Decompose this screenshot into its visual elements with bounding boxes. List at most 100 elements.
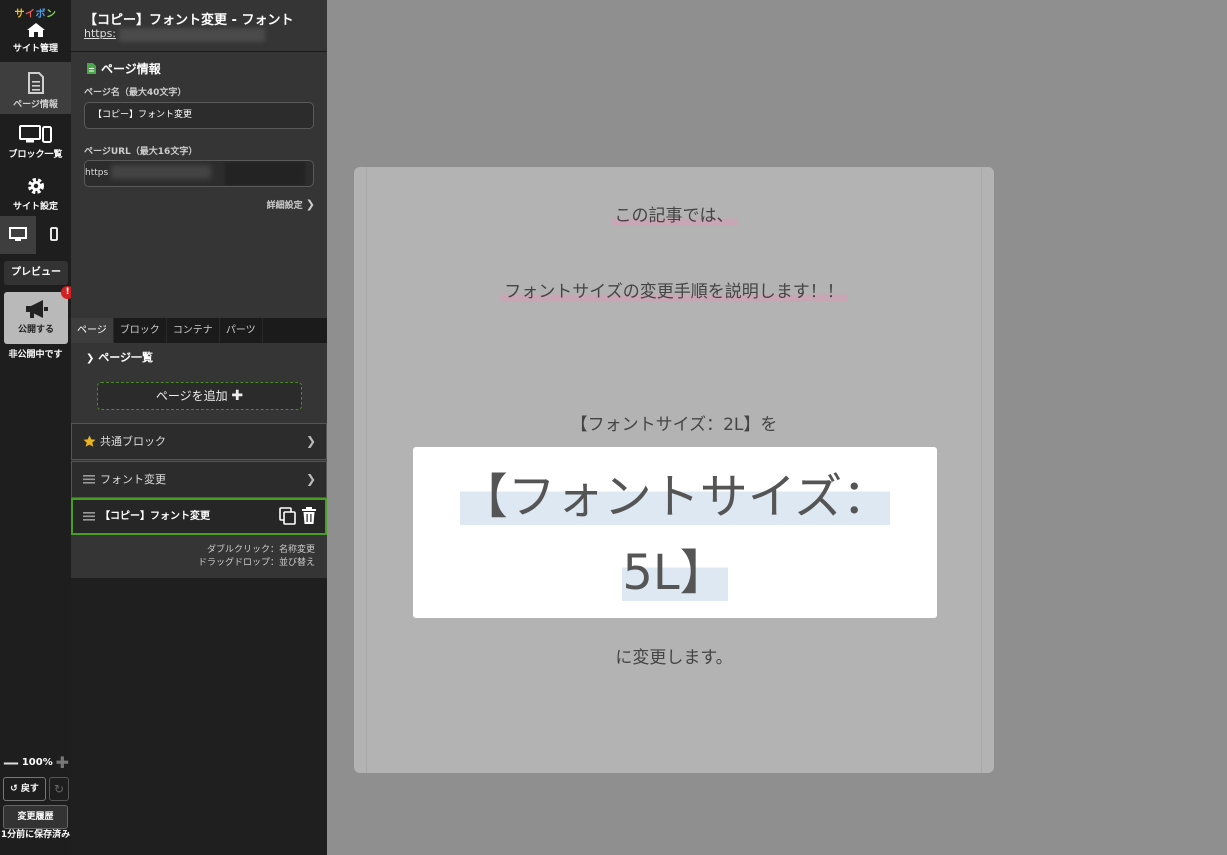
document-icon [87, 63, 96, 74]
zoom-control: — 100% ✚ [3, 754, 69, 770]
undo-label: 戻す [20, 784, 39, 794]
megaphone-icon [26, 300, 48, 318]
sidebar: 【コピー】フォント変更 - フォント https: ページ情報 ページ名（最大4… [71, 0, 327, 855]
large-text-line: 【フォントサイズ： [413, 457, 937, 527]
page-title: 【コピー】フォント変更 - フォント [84, 13, 294, 28]
editor-canvas: この記事では、 フォントサイズの変更手順を説明します！！ 【フォントサイズ：2L… [327, 0, 1227, 855]
trash-icon[interactable] [301, 507, 317, 525]
left-rail: サイボン サイト管理 ページ情報 ブロック一覧 サイト設定 プレビュー 公開する… [0, 0, 74, 855]
logo-char: イ [25, 9, 36, 20]
page-name-label: ページ名（最大40文字） [84, 88, 187, 98]
list-item-label: 共通ブロック [100, 435, 166, 448]
rail-item-site-settings[interactable]: サイト設定 [0, 176, 71, 214]
drag-handle-icon[interactable] [83, 473, 95, 485]
rail-item-label: ページ情報 [13, 100, 58, 110]
plus-icon: ✚ [231, 388, 244, 404]
detail-settings-link[interactable]: 詳細設定 ❯ [267, 198, 315, 211]
text-content: に変更します。 [615, 648, 733, 668]
device-pc-toggle[interactable] [0, 216, 36, 254]
history-button[interactable]: 変更履歴 [3, 805, 68, 829]
star-icon [83, 435, 96, 447]
app-logo: サイボン [0, 5, 71, 20]
chevron-right-icon: ❯ [305, 434, 316, 448]
detail-settings-label: 詳細設定 [266, 201, 303, 211]
gear-icon [27, 178, 44, 194]
highlighted-text: この記事では、 [610, 206, 738, 226]
preview-button[interactable]: プレビュー [4, 261, 68, 285]
large-text-box[interactable]: 【フォントサイズ： 5L】 [413, 447, 937, 618]
list-item[interactable]: フォント変更 ❯ [71, 461, 327, 498]
logo-char: サ [14, 9, 25, 20]
page-info-panel: 【コピー】フォント変更 - フォント https: ページ情報 ページ名（最大4… [71, 0, 327, 318]
redo-icon: ↻ [53, 782, 65, 796]
usage-hint: ダブルクリック：名称変更 ドラッグドロップ：並び替え [198, 544, 315, 570]
row-actions [279, 507, 317, 525]
rail-item-block-list[interactable]: ブロック一覧 [0, 124, 71, 164]
page-name-input[interactable]: 【コピー】フォント変更 [84, 102, 314, 129]
sidebar-tabs: ページ ブロック コンテナ パーツ [71, 318, 327, 343]
list-item-label: フォント変更 [100, 473, 166, 486]
undo-button[interactable]: ↺ 戻す [3, 777, 46, 801]
undo-icon: ↺ [10, 784, 18, 794]
section-title-text: ページ情報 [101, 62, 161, 76]
publish-label: 公開する [17, 325, 54, 335]
zoom-in-icon[interactable]: ✚ [56, 754, 69, 770]
copy-icon[interactable] [279, 507, 297, 525]
text-content: 【フォントサイズ：2L】を [570, 415, 778, 435]
publish-status: 非公開中です [8, 350, 63, 360]
chevron-right-icon: ❯ [305, 472, 316, 486]
rail-item-label: サイト設定 [12, 202, 58, 212]
monitor-icon [9, 227, 27, 241]
content-block[interactable]: この記事では、 フォントサイズの変更手順を説明します！！ 【フォントサイズ：2L… [354, 167, 994, 773]
chevron-down-icon: ❯ [86, 353, 95, 364]
hint-rename: ダブルクリック：名称変更 [206, 545, 315, 555]
highlighted-text: フォントサイズの変更手順を説明します！！ [500, 282, 848, 302]
list-item-label: 【コピー】フォント変更 [100, 511, 210, 522]
add-page-button[interactable]: ページを追加 ✚ [97, 382, 302, 410]
page-list-header[interactable]: ❯ ページ一覧 [86, 349, 153, 365]
text-line[interactable]: この記事では、 [354, 201, 994, 226]
home-icon [26, 23, 45, 37]
tab-container[interactable]: コンテナ [167, 318, 220, 343]
section-title: ページ情報 [86, 60, 161, 77]
large-text-line: 5L】 [413, 533, 937, 603]
rail-item-site-manage[interactable]: サイト管理 [0, 22, 71, 60]
text-line[interactable]: に変更します。 [354, 643, 994, 668]
zoom-level: 100% [21, 757, 53, 768]
devices-icon [18, 125, 52, 143]
text-line[interactable]: 【フォントサイズ：2L】を [354, 410, 994, 435]
logo-char: ン [46, 9, 57, 20]
tab-parts[interactable]: パーツ [220, 318, 263, 343]
save-status: 1分前に保存済み [0, 830, 71, 840]
redo-button[interactable]: ↻ [49, 777, 69, 801]
large-text: 5L】 [622, 545, 728, 601]
url-prefix: https [85, 168, 109, 178]
redacted-url-field [225, 162, 305, 185]
chevron-right-icon: ❯ [305, 198, 315, 211]
hint-reorder: ドラッグドロップ：並び替え [197, 558, 315, 568]
redacted-url [119, 28, 265, 42]
text-line[interactable]: フォントサイズの変更手順を説明します！！ [354, 277, 994, 302]
tab-page[interactable]: ページ [71, 318, 114, 343]
drag-handle-icon[interactable] [83, 510, 95, 522]
list-item[interactable]: 共通ブロック ❯ [71, 423, 327, 460]
publish-button[interactable]: 公開する [4, 292, 68, 344]
zoom-out-icon[interactable]: — [3, 754, 19, 770]
logo-char: ボ [35, 9, 46, 20]
smartphone-icon [49, 227, 58, 241]
page-url-label: ページURL（最大16文字） [84, 147, 198, 157]
device-mobile-toggle[interactable] [36, 216, 71, 254]
large-text: 【フォントサイズ： [459, 469, 891, 525]
redacted-url-text [111, 165, 211, 179]
page-list-title: ページ一覧 [98, 351, 154, 364]
divider [71, 51, 327, 52]
list-item-selected[interactable]: 【コピー】フォント変更 [71, 498, 327, 535]
page-url-link[interactable]: https: [84, 27, 116, 40]
rail-item-label: ブロック一覧 [8, 150, 63, 160]
page-info-icon [27, 72, 44, 94]
rail-item-label: サイト管理 [12, 44, 58, 54]
tab-block[interactable]: ブロック [114, 318, 167, 343]
page-list-panel: ❯ ページ一覧 ページを追加 ✚ 共通ブロック ❯ フォント変更 ❯ 【コピー】… [71, 343, 327, 578]
add-page-label: ページを追加 [155, 389, 228, 403]
rail-item-page-info[interactable]: ページ情報 [0, 62, 71, 114]
